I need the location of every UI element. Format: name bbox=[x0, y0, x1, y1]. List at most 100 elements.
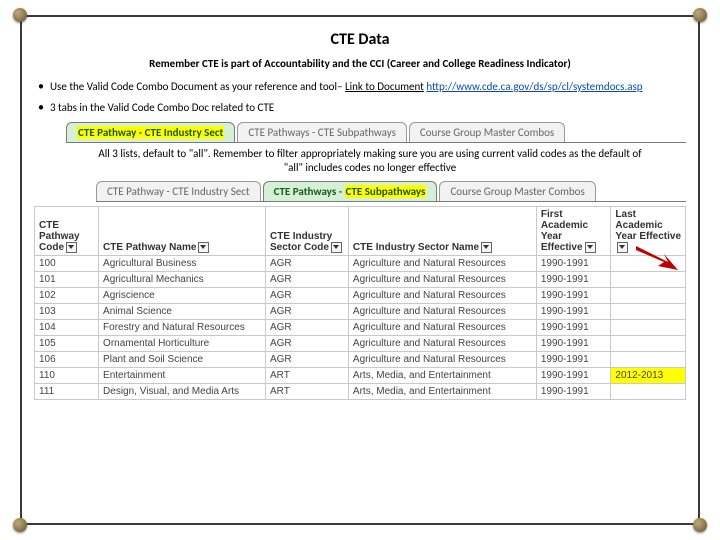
table-cell: AGR bbox=[265, 320, 348, 336]
table-cell: AGR bbox=[265, 352, 348, 368]
table-cell: AGR bbox=[265, 256, 348, 272]
filter-dropdown-icon[interactable] bbox=[481, 242, 492, 253]
table-cell: 1990-1991 bbox=[536, 288, 611, 304]
table-cell bbox=[611, 352, 686, 368]
page-title: CTE Data bbox=[34, 30, 686, 49]
table-row: 111Design, Visual, and Media ArtsARTArts… bbox=[35, 384, 686, 400]
doc-link[interactable]: http://www.cde.ca.gov/ds/sp/cl/systemdoc… bbox=[426, 80, 642, 93]
col-header-sectorname[interactable]: CTE Industry Sector Name bbox=[348, 207, 536, 256]
table-cell: 2012-2013 bbox=[611, 368, 686, 384]
table-cell: Animal Science bbox=[99, 304, 266, 320]
table-cell: ART bbox=[265, 384, 348, 400]
table-cell: Agricultural Business bbox=[99, 256, 266, 272]
table-cell: 105 bbox=[35, 336, 99, 352]
table-cell: 102 bbox=[35, 288, 99, 304]
table-cell: 101 bbox=[35, 272, 99, 288]
worksheet-tab[interactable]: CTE Pathway - CTE Industry Sect bbox=[66, 122, 235, 142]
table-cell: Arts, Media, and Entertainment bbox=[348, 384, 536, 400]
table-row: 105Ornamental HorticultureAGRAgriculture… bbox=[35, 336, 686, 352]
table-body: 100Agricultural BusinessAGRAgriculture a… bbox=[35, 256, 686, 400]
table-cell bbox=[611, 384, 686, 400]
table-row: 101Agricultural MechanicsAGRAgriculture … bbox=[35, 272, 686, 288]
tabs-row-mid: CTE Pathway - CTE Industry SectCTE Pathw… bbox=[96, 181, 686, 202]
table-cell: Design, Visual, and Media Arts bbox=[99, 384, 266, 400]
col-header-name[interactable]: CTE Pathway Name bbox=[99, 207, 266, 256]
bullet-text: Use the Valid Code Combo Document as you… bbox=[50, 80, 345, 93]
worksheet-tab[interactable]: CTE Pathways - CTE Subpathways bbox=[263, 181, 438, 201]
header-text: Last Academic Year Effective bbox=[615, 209, 681, 242]
filter-dropdown-icon[interactable] bbox=[617, 242, 628, 253]
table-cell: AGR bbox=[265, 336, 348, 352]
filter-dropdown-icon[interactable] bbox=[585, 242, 596, 253]
col-header-first-year[interactable]: First Academic Year Effective bbox=[536, 207, 611, 256]
table-cell: 1990-1991 bbox=[536, 368, 611, 384]
tabs-row-top: CTE Pathway - CTE Industry SectCTE Pathw… bbox=[66, 122, 686, 143]
col-header-sector[interactable]: CTE Industry Sector Code bbox=[265, 207, 348, 256]
table-cell: 1990-1991 bbox=[536, 256, 611, 272]
rivet-icon bbox=[13, 518, 27, 532]
table-cell: Plant and Soil Science bbox=[99, 352, 266, 368]
table-cell: AGR bbox=[265, 288, 348, 304]
bullet-item: 3 tabs in the Valid Code Combo Doc relat… bbox=[50, 101, 686, 116]
rivet-icon bbox=[13, 8, 27, 22]
header-text: First Academic Year Effective bbox=[541, 209, 588, 253]
bullet-text: 3 tabs in the Valid Code Combo Doc relat… bbox=[50, 101, 274, 114]
table-row: 110EntertainmentARTArts, Media, and Ente… bbox=[35, 368, 686, 384]
red-arrow-icon bbox=[634, 244, 680, 279]
rivet-icon bbox=[693, 8, 707, 22]
page-subtitle: Remember CTE is part of Accountability a… bbox=[34, 57, 686, 70]
slide: CTE Data Remember CTE is part of Account… bbox=[0, 0, 720, 540]
table-cell: Agriscience bbox=[99, 288, 266, 304]
table-cell: 104 bbox=[35, 320, 99, 336]
table-row: 106Plant and Soil ScienceAGRAgriculture … bbox=[35, 352, 686, 368]
table-cell bbox=[611, 304, 686, 320]
table-cell bbox=[611, 288, 686, 304]
table-cell: Agricultural Mechanics bbox=[99, 272, 266, 288]
table-cell: 1990-1991 bbox=[536, 384, 611, 400]
table-cell: Agriculture and Natural Resources bbox=[348, 336, 536, 352]
filter-dropdown-icon[interactable] bbox=[331, 242, 342, 253]
filter-dropdown-icon[interactable] bbox=[66, 242, 77, 253]
worksheet-tab[interactable]: Course Group Master Combos bbox=[439, 181, 595, 201]
table-cell: AGR bbox=[265, 304, 348, 320]
table-cell: Agriculture and Natural Resources bbox=[348, 352, 536, 368]
table-cell: Entertainment bbox=[99, 368, 266, 384]
table-cell: 103 bbox=[35, 304, 99, 320]
table-cell: Agriculture and Natural Resources bbox=[348, 304, 536, 320]
table-cell: 1990-1991 bbox=[536, 352, 611, 368]
table-row: 102AgriscienceAGRAgriculture and Natural… bbox=[35, 288, 686, 304]
table-cell bbox=[611, 320, 686, 336]
table-row: 103Animal ScienceAGRAgriculture and Natu… bbox=[35, 304, 686, 320]
table-cell: 1990-1991 bbox=[536, 272, 611, 288]
excel-table: CTE Pathway Code CTE Pathway Name CTE In… bbox=[34, 206, 686, 400]
rivet-icon bbox=[693, 518, 707, 532]
bullet-item: Use the Valid Code Combo Document as you… bbox=[50, 80, 686, 95]
content-area: CTE Data Remember CTE is part of Account… bbox=[34, 28, 686, 512]
table-cell: Agriculture and Natural Resources bbox=[348, 272, 536, 288]
table-cell: 1990-1991 bbox=[536, 336, 611, 352]
table-cell: Agriculture and Natural Resources bbox=[348, 256, 536, 272]
table-cell: 106 bbox=[35, 352, 99, 368]
worksheet-tab[interactable]: CTE Pathway - CTE Industry Sect bbox=[96, 181, 261, 201]
table-cell: 111 bbox=[35, 384, 99, 400]
link-label: Link to Document bbox=[345, 80, 424, 93]
table-cell: Agriculture and Natural Resources bbox=[348, 320, 536, 336]
table-row: 100Agricultural BusinessAGRAgriculture a… bbox=[35, 256, 686, 272]
worksheet-tab[interactable]: Course Group Master Combos bbox=[409, 122, 565, 142]
table-cell: ART bbox=[265, 368, 348, 384]
bullet-list: Use the Valid Code Combo Document as you… bbox=[34, 80, 686, 116]
table-cell: 1990-1991 bbox=[536, 320, 611, 336]
col-header-code[interactable]: CTE Pathway Code bbox=[35, 207, 99, 256]
table-cell: AGR bbox=[265, 272, 348, 288]
table-cell: 110 bbox=[35, 368, 99, 384]
filter-note: All 3 lists, default to "all". Remember … bbox=[94, 147, 646, 176]
table-cell: Arts, Media, and Entertainment bbox=[348, 368, 536, 384]
worksheet-tab[interactable]: CTE Pathways - CTE Subpathways bbox=[237, 122, 407, 142]
table-cell: Forestry and Natural Resources bbox=[99, 320, 266, 336]
header-text: CTE Industry Sector Name bbox=[353, 242, 479, 253]
table-row: 104Forestry and Natural ResourcesAGRAgri… bbox=[35, 320, 686, 336]
data-table: CTE Pathway Code CTE Pathway Name CTE In… bbox=[34, 206, 686, 400]
header-text: CTE Industry Sector Code bbox=[270, 231, 332, 253]
table-cell bbox=[611, 336, 686, 352]
filter-dropdown-icon[interactable] bbox=[198, 242, 209, 253]
